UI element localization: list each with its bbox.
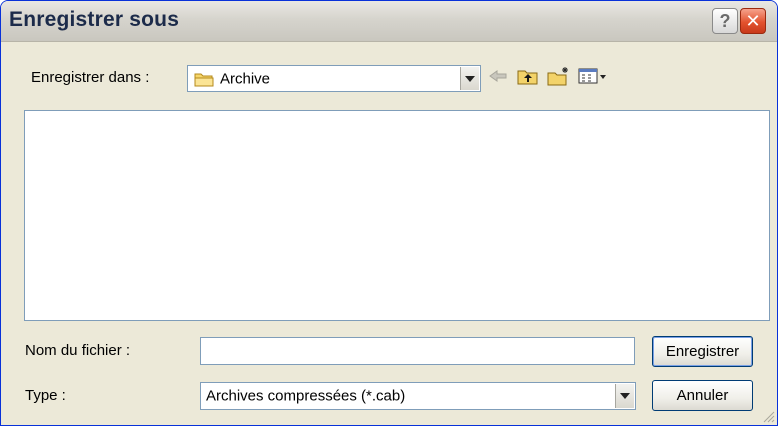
chevron-down-icon xyxy=(465,75,475,82)
question-mark-icon: ? xyxy=(719,10,731,31)
up-folder-icon xyxy=(517,67,539,90)
chevron-down-icon xyxy=(620,393,630,399)
filename-label: Nom du fichier : xyxy=(25,342,131,359)
save-in-dropdown-arrow[interactable] xyxy=(460,67,479,90)
cancel-button[interactable]: Annuler xyxy=(652,380,753,411)
save-in-dropdown[interactable]: Archive xyxy=(187,65,481,92)
resize-grip-icon[interactable] xyxy=(761,409,775,423)
dialog-title: Enregistrer sous xyxy=(9,8,180,31)
filetype-value: Archives compressées (*.cab) xyxy=(206,387,406,405)
save-button[interactable]: Enregistrer xyxy=(652,336,753,367)
title-bar[interactable]: Enregistrer sous ? ✕ xyxy=(1,1,777,42)
save-in-label: Enregistrer dans : xyxy=(31,69,150,86)
save-in-value: Archive xyxy=(220,70,271,87)
view-menu-button[interactable] xyxy=(578,67,608,89)
filetype-dropdown-arrow[interactable] xyxy=(615,384,634,408)
new-folder-button[interactable] xyxy=(547,66,571,91)
close-button[interactable]: ✕ xyxy=(740,8,766,34)
filename-input[interactable] xyxy=(200,337,635,365)
filetype-dropdown[interactable]: Archives compressées (*.cab) xyxy=(200,382,636,410)
back-arrow-icon xyxy=(488,68,508,89)
filetype-label: Type : xyxy=(25,387,66,404)
file-list[interactable] xyxy=(24,110,770,321)
close-icon: ✕ xyxy=(745,10,761,31)
help-button[interactable]: ? xyxy=(712,8,738,34)
new-folder-icon xyxy=(547,66,571,91)
folder-icon xyxy=(194,71,214,92)
back-button[interactable] xyxy=(488,67,508,89)
view-menu-icon xyxy=(578,67,608,90)
save-as-dialog: Enregistrer sous ? ✕ Enregistrer dans : … xyxy=(0,0,778,426)
up-one-level-button[interactable] xyxy=(517,67,539,89)
